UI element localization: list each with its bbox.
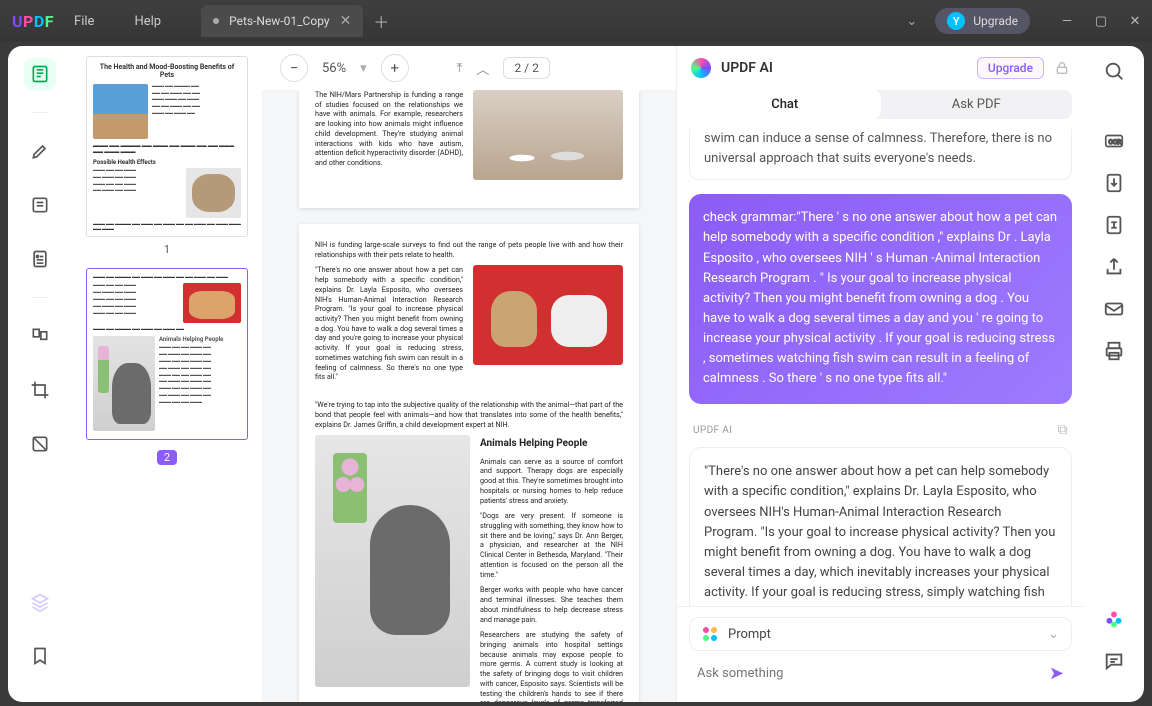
email-icon[interactable] — [1103, 298, 1125, 320]
doc-text: Animals can serve as a source of comfort… — [480, 457, 623, 506]
thumb-image — [93, 336, 155, 431]
lock-icon[interactable] — [1054, 60, 1070, 76]
doc-image-dogs — [473, 265, 623, 365]
doc-text: "Dogs are very present. If someone is st… — [480, 511, 623, 579]
doc-heading: Animals Helping People — [480, 437, 623, 451]
chevron-down-icon: ⌄ — [1048, 627, 1059, 642]
tab-title: Pets-New-01_Copy — [229, 14, 329, 28]
search-icon[interactable] — [1103, 60, 1125, 82]
print-icon[interactable] — [1103, 340, 1125, 362]
thumb-image — [93, 84, 148, 139]
doc-text: "There's no one answer about how a pet c… — [315, 265, 463, 382]
ai-message: "There's no one answer about how a pet c… — [689, 447, 1072, 606]
app-logo: UPDF — [12, 12, 54, 31]
page-number-2: 2 — [157, 450, 177, 465]
ai-response-label: UPDF AI ⧉ — [689, 420, 1072, 448]
tab-indicator-icon — [213, 18, 219, 24]
ai-upgrade-button[interactable]: Upgrade — [977, 57, 1044, 79]
doc-text: Berger works with people who have cancer… — [480, 585, 623, 624]
window-close-button[interactable]: ✕ — [1118, 14, 1152, 29]
ai-input[interactable] — [697, 666, 1039, 681]
left-toolbar — [8, 46, 72, 702]
viewer-toolbar: − 56% ▾ + ⤒ ︿ 2 / 2 — [262, 46, 676, 90]
thumb-text: ▬▬▬ ▬▬ ▬▬ ▬▬▬▬▬ ▬▬▬ ▬▬ ▬▬▬▬▬▬ ▬▬ ▬▬ ▬▬▬▬… — [93, 168, 182, 218]
page-thumbnail-2[interactable]: ▬▬▬ ▬▬ ▬▬▬▬ ▬▬ ▬▬▬ ▬▬ ▬▬▬ ▬▬ ▬▬ ▬▬▬ ▬▬ ▬… — [86, 268, 248, 441]
tabs-dropdown-icon[interactable]: ⌄ — [906, 14, 917, 29]
zoom-dropdown-icon[interactable]: ▾ — [360, 61, 367, 76]
right-toolbar: OCR — [1084, 46, 1144, 702]
thumb-title: The Health and Mood-Boosting Benefits of… — [93, 63, 241, 80]
send-button[interactable]: ➤ — [1049, 663, 1064, 684]
highlight-icon[interactable] — [24, 135, 56, 167]
tab-ask-pdf[interactable]: Ask PDF — [881, 90, 1073, 119]
menu-help[interactable]: Help — [134, 14, 161, 29]
window-minimize-button[interactable]: — — [1050, 14, 1084, 29]
layers-icon[interactable] — [24, 586, 56, 618]
prompt-label: Prompt — [728, 627, 771, 642]
copy-icon[interactable]: ⧉ — [1058, 420, 1068, 442]
close-icon[interactable]: ✕ — [340, 13, 352, 29]
doc-text: NIH is funding large-scale surveys to fi… — [315, 240, 623, 259]
comment-icon[interactable] — [1103, 650, 1125, 672]
user-avatar: Y — [947, 12, 965, 30]
thumb-text: ▬▬▬ ▬▬ ▬▬▬▬ ▬▬▬▬ ▬▬ ▬▬▬ ▬▬ ▬▬▬▬▬ ▬▬▬ ▬▬ … — [152, 84, 241, 139]
form-icon[interactable] — [24, 243, 56, 275]
svg-text:OCR: OCR — [1109, 138, 1122, 146]
thumbnail-panel: The Health and Mood-Boosting Benefits of… — [72, 46, 262, 702]
first-page-button[interactable]: ⤒ — [457, 61, 463, 76]
user-message: check grammar:"There ' s no one answer a… — [689, 194, 1072, 403]
organize-pages-icon[interactable] — [24, 320, 56, 352]
reader-mode-icon[interactable] — [24, 58, 56, 90]
main-content: The Health and Mood-Boosting Benefits of… — [72, 46, 1084, 702]
window-maximize-button[interactable]: ▢ — [1084, 14, 1118, 29]
menu-file[interactable]: File — [74, 14, 94, 29]
ai-input-area: Prompt ⌄ ➤ — [677, 606, 1084, 702]
thumb-image — [183, 283, 241, 323]
doc-image-kittens — [473, 90, 623, 180]
prompt-icon — [702, 626, 718, 642]
ai-message-previous: swim can induce a sense of calmness. The… — [689, 129, 1072, 180]
redact-icon[interactable] — [24, 428, 56, 460]
ocr-icon[interactable]: OCR — [1103, 130, 1125, 152]
compress-icon[interactable] — [1103, 214, 1125, 236]
thumb-subheading: Possible Health Effects — [93, 159, 241, 166]
ai-flower-icon[interactable] — [1103, 608, 1125, 630]
doc-text: "We're trying to tap into the subjective… — [315, 400, 623, 429]
upgrade-pill[interactable]: Y Upgrade — [935, 8, 1030, 34]
crop-icon[interactable] — [24, 374, 56, 406]
ai-panel: UPDF AI Upgrade Chat Ask PDF swim can in… — [676, 46, 1084, 702]
convert-icon[interactable] — [1103, 172, 1125, 194]
upgrade-label: Upgrade — [973, 14, 1018, 28]
thumb-image — [186, 168, 241, 218]
page-thumbnail-1[interactable]: The Health and Mood-Boosting Benefits of… — [86, 56, 248, 237]
thumb-text: Animals Helping People ▬▬▬ ▬▬ ▬▬ ▬▬▬ ▬▬▬… — [159, 336, 241, 431]
prev-page-button[interactable]: ︿ — [476, 59, 489, 78]
doc-image-cat — [315, 435, 470, 687]
titlebar: UPDF File Help Pets-New-01_Copy ✕ ＋ ⌄ Y … — [0, 0, 1152, 42]
ai-header: UPDF AI Upgrade — [677, 46, 1084, 90]
document-viewer: − 56% ▾ + ⤒ ︿ 2 / 2 The NIH/Mars Partner… — [262, 46, 676, 702]
thumb-text: ▬▬▬ ▬▬ ▬▬ ▬▬▬▬▬ ▬▬▬ ▬▬ ▬▬▬▬▬▬ ▬▬ ▬▬ ▬▬▬▬… — [93, 283, 179, 323]
doc-text: The NIH/Mars Partnership is funding a ra… — [315, 90, 463, 168]
tab-chat[interactable]: Chat — [689, 90, 881, 119]
edit-text-icon[interactable] — [24, 189, 56, 221]
zoom-out-button[interactable]: − — [280, 54, 308, 82]
ai-tabs: Chat Ask PDF — [689, 90, 1072, 119]
pdf-page-2: NIH is funding large-scale surveys to fi… — [299, 224, 639, 702]
doc-text: Researchers are studying the safety of b… — [480, 630, 623, 702]
zoom-level[interactable]: 56% — [322, 61, 346, 76]
page-indicator[interactable]: 2 / 2 — [503, 57, 549, 79]
pdf-page-1-tail: The NIH/Mars Partnership is funding a ra… — [299, 90, 639, 208]
ai-conversation[interactable]: swim can induce a sense of calmness. The… — [677, 119, 1084, 606]
new-tab-button[interactable]: ＋ — [373, 9, 389, 33]
prompt-selector[interactable]: Prompt ⌄ — [689, 617, 1072, 651]
document-tab[interactable]: Pets-New-01_Copy ✕ — [201, 5, 363, 37]
share-icon[interactable] — [1103, 256, 1125, 278]
zoom-in-button[interactable]: + — [381, 54, 409, 82]
page-scroll-area[interactable]: The NIH/Mars Partnership is funding a ra… — [262, 90, 676, 702]
bookmark-icon[interactable] — [24, 640, 56, 672]
page-number-1: 1 — [86, 243, 248, 256]
ai-title: UPDF AI — [721, 60, 773, 76]
ai-logo-icon — [691, 58, 711, 78]
